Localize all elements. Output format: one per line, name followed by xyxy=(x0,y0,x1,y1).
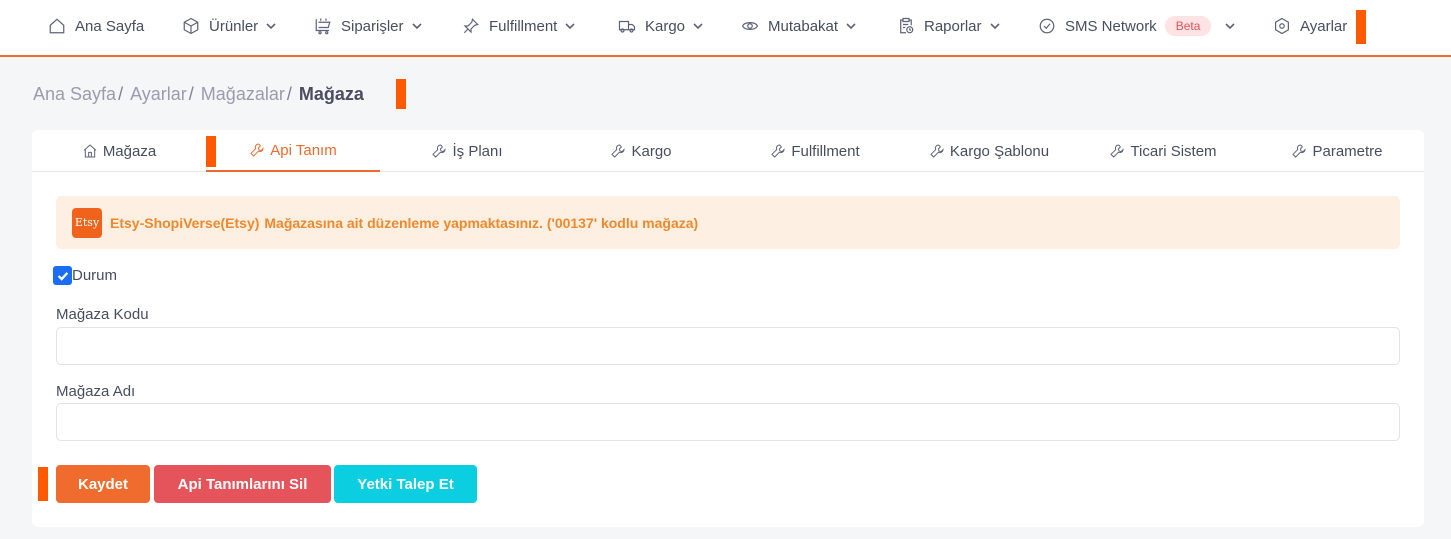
status-checkbox[interactable] xyxy=(53,266,72,285)
wrench-icon xyxy=(432,144,447,158)
breadcrumb-settings[interactable]: Ayarlar xyxy=(130,84,187,105)
tab-label: Mağaza xyxy=(102,142,157,160)
tab-label: İş Planı xyxy=(452,142,503,160)
status-checkbox-row: Durum xyxy=(53,266,117,285)
check-circle-icon xyxy=(1039,18,1055,34)
breadcrumb-separator: / xyxy=(188,83,194,104)
checkmark-icon xyxy=(57,271,68,281)
tab-api-definition[interactable]: Api Tanım xyxy=(206,130,380,172)
nav-products-label: Ürünler xyxy=(209,17,259,35)
wrench-icon xyxy=(771,144,785,158)
nav-orders-label: Siparişler xyxy=(341,17,404,35)
clipboard-icon xyxy=(900,17,914,34)
nav-home-label: Ana Sayfa xyxy=(75,17,145,35)
tab-parameter[interactable]: Parametre xyxy=(1250,130,1424,172)
store-code-input[interactable] xyxy=(56,327,1400,365)
nav-cargo-label: Kargo xyxy=(645,17,686,35)
nav-settings-label: Ayarlar xyxy=(1300,17,1348,35)
save-button[interactable]: Kaydet xyxy=(56,465,150,503)
store-name-input[interactable] xyxy=(56,403,1400,441)
tab-bar: Mağaza Api Tanım İş Planı Kargo Fulfillm… xyxy=(32,130,1424,172)
chevron-down-icon xyxy=(693,23,703,30)
home-icon xyxy=(83,144,97,158)
tab-cargo[interactable]: Kargo xyxy=(554,130,728,172)
status-label: Durum xyxy=(72,267,118,284)
nav-cargo[interactable]: Kargo xyxy=(618,0,703,52)
breadcrumb-separator: / xyxy=(286,83,292,104)
chevron-down-icon xyxy=(266,23,276,30)
etsy-logo: Etsy xyxy=(72,207,102,238)
chevron-down-icon xyxy=(411,23,422,30)
breadcrumb: Ana Sayfa / Ayarlar / Mağazalar / Mağaza xyxy=(33,82,364,106)
nav-reconciliation-label: Mutabakat xyxy=(768,17,839,35)
tab-commercial-system[interactable]: Ticari Sistem xyxy=(1076,130,1250,172)
chevron-down-icon xyxy=(565,23,575,30)
home-icon xyxy=(49,18,65,34)
nav-fulfillment[interactable]: Fulfillment xyxy=(462,0,575,52)
breadcrumb-stores[interactable]: Mağazalar xyxy=(201,84,285,105)
tab-store[interactable]: Mağaza xyxy=(46,130,192,172)
wrench-icon xyxy=(930,144,944,158)
tab-label: Kargo Şablonu xyxy=(949,142,1050,160)
wrench-icon xyxy=(611,144,626,158)
nav-sms-network[interactable]: SMS Network Beta xyxy=(1038,0,1235,52)
highlight-marker xyxy=(1356,10,1366,44)
beta-badge: Beta xyxy=(1164,16,1212,36)
chevron-down-icon xyxy=(1225,23,1235,30)
cart-icon xyxy=(315,18,331,35)
store-settings-card: Mağaza Api Tanım İş Planı Kargo Fulfillm… xyxy=(32,130,1424,527)
pin-icon xyxy=(463,18,479,34)
wrench-icon xyxy=(250,143,264,157)
delete-api-definitions-button[interactable]: Api Tanımlarını Sil xyxy=(154,465,331,503)
tab-label: Fulfillment xyxy=(791,142,860,160)
nav-home[interactable]: Ana Sayfa xyxy=(48,0,144,52)
chevron-down-icon xyxy=(989,23,1000,30)
wrench-icon xyxy=(1292,144,1307,158)
tab-label: Parametre xyxy=(1312,142,1383,160)
breadcrumb-home[interactable]: Ana Sayfa xyxy=(33,84,116,105)
tab-work-plan[interactable]: İş Planı xyxy=(380,130,554,172)
nav-products[interactable]: Ürünler xyxy=(182,0,276,52)
nav-reconciliation[interactable]: Mutabakat xyxy=(741,0,856,52)
nav-reports[interactable]: Raporlar xyxy=(897,0,1000,52)
truck-icon xyxy=(618,20,636,33)
breadcrumb-current: Mağaza xyxy=(298,83,364,104)
tab-label: Kargo xyxy=(631,142,672,160)
tab-label: Ticari Sistem xyxy=(1130,142,1217,160)
wrench-icon xyxy=(1110,144,1125,158)
tab-cargo-template[interactable]: Kargo Şablonu xyxy=(902,130,1076,172)
nav-orders[interactable]: Siparişler xyxy=(314,0,422,52)
tab-label: Api Tanım xyxy=(270,141,337,159)
highlight-marker xyxy=(38,467,48,501)
breadcrumb-separator: / xyxy=(118,83,124,104)
request-authorization-button[interactable]: Yetki Talep Et xyxy=(334,465,477,503)
chevron-down-icon xyxy=(846,23,856,30)
nav-reports-label: Raporlar xyxy=(924,17,982,35)
highlight-marker xyxy=(206,136,216,167)
gear-icon xyxy=(1275,17,1289,35)
top-navigation: Ana Sayfa Ürünler Siparişler Fulfillment… xyxy=(0,0,1451,57)
box-icon xyxy=(183,17,199,35)
nav-fulfillment-label: Fulfillment xyxy=(489,17,558,35)
highlight-marker xyxy=(396,79,406,109)
store-name-label: Mağaza Adı xyxy=(56,383,136,400)
eye-icon xyxy=(741,22,759,30)
edit-info-alert: Etsy Etsy-ShopiVerse(Etsy) Mağazasına ai… xyxy=(56,196,1400,249)
tab-fulfillment[interactable]: Fulfillment xyxy=(728,130,902,172)
alert-message: Mağazasına ait düzenleme yapmaktasınız. … xyxy=(264,214,699,231)
alert-store-name: Etsy-ShopiVerse(Etsy) xyxy=(110,214,260,231)
nav-settings[interactable]: Ayarlar xyxy=(1273,0,1347,52)
store-code-label: Mağaza Kodu xyxy=(56,306,149,323)
nav-sms-label: SMS Network xyxy=(1065,17,1157,35)
